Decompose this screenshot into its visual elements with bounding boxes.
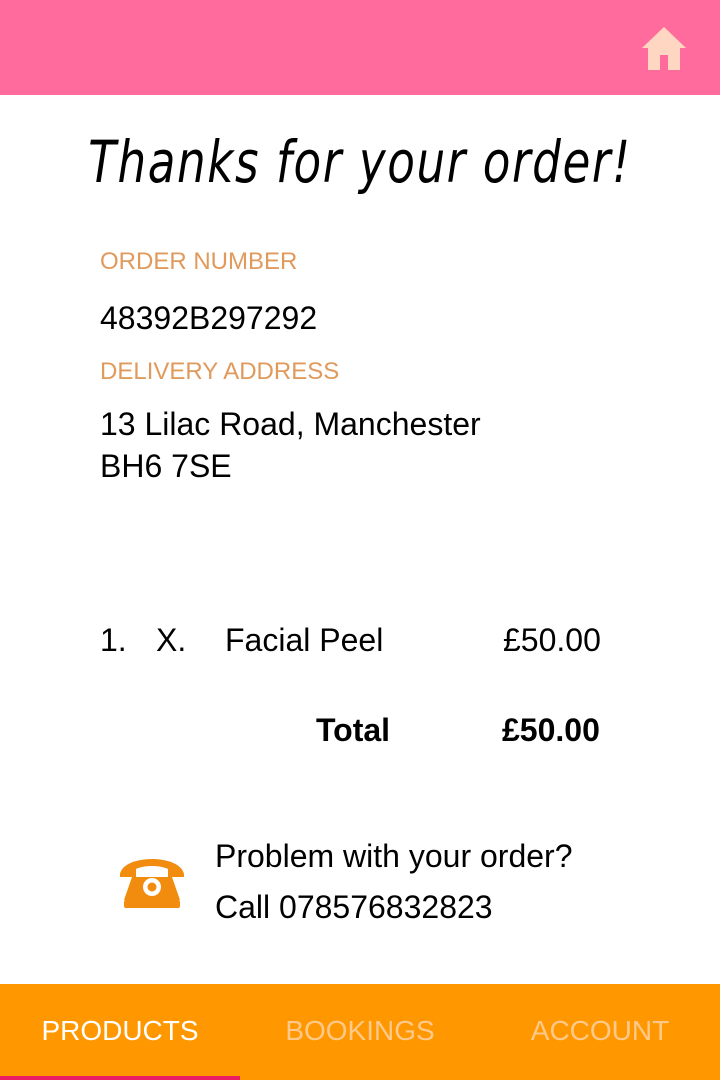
home-button[interactable] bbox=[640, 24, 688, 72]
page-title: Thanks for your order! bbox=[88, 128, 632, 196]
address-line-2: BH6 7SE bbox=[100, 448, 232, 484]
delivery-address-label: DELIVERY ADDRESS bbox=[100, 358, 340, 385]
nav-tab-bookings[interactable]: BOOKINGS bbox=[240, 984, 480, 1080]
help-phone[interactable]: Call 078576832823 bbox=[215, 889, 493, 926]
home-icon bbox=[642, 27, 686, 70]
item-name: Facial Peel bbox=[225, 622, 384, 658]
total-label: Total bbox=[316, 712, 391, 748]
item-index: 1. bbox=[100, 622, 127, 658]
help-text: Problem with your order? bbox=[215, 838, 573, 874]
delivery-address: 13 Lilac Road, Manchester BH6 7SE bbox=[100, 403, 481, 487]
remove-item-button[interactable]: X. bbox=[156, 622, 186, 659]
total-value: £50.00 bbox=[502, 712, 600, 748]
nav-tab-products[interactable]: PRODUCTS bbox=[0, 984, 240, 1080]
order-number-label: ORDER NUMBER bbox=[100, 248, 298, 275]
active-tab-indicator bbox=[0, 1076, 240, 1080]
telephone-icon bbox=[118, 852, 186, 910]
bottom-nav: PRODUCTS BOOKINGS ACCOUNT bbox=[0, 984, 720, 1080]
order-number: 48392B297292 bbox=[100, 300, 318, 336]
address-line-1: 13 Lilac Road, Manchester bbox=[100, 406, 481, 442]
item-price: £50.00 bbox=[503, 622, 601, 658]
nav-tab-account[interactable]: ACCOUNT bbox=[480, 984, 720, 1080]
header-bar bbox=[0, 0, 720, 95]
